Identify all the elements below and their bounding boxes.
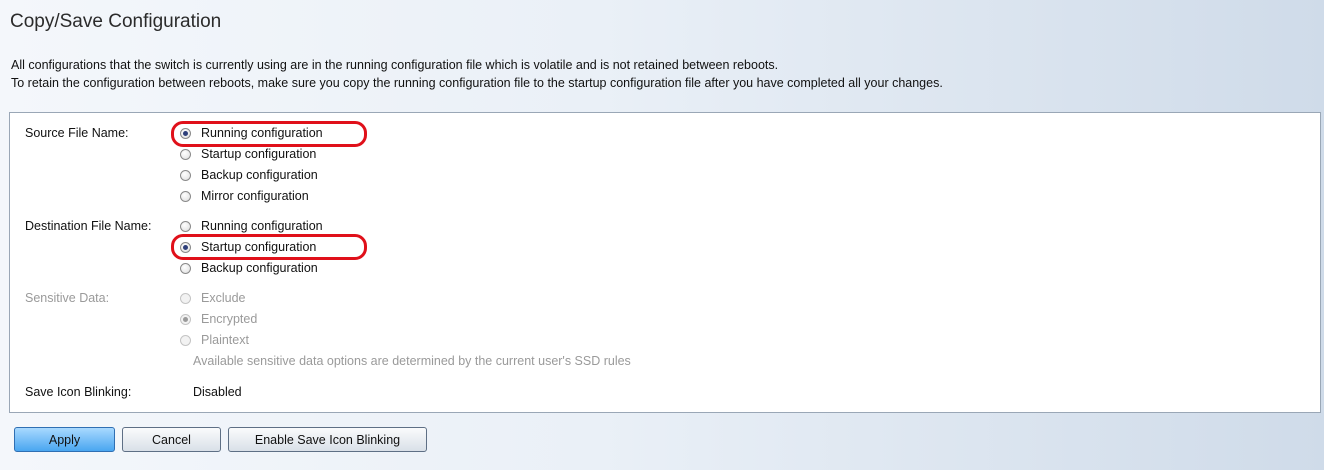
cancel-button[interactable]: Cancel — [122, 427, 221, 452]
intro-line-2: To retain the configuration between rebo… — [11, 76, 943, 90]
destination-option-running[interactable]: Running configuration — [180, 216, 323, 236]
enable-save-icon-blinking-button[interactable]: Enable Save Icon Blinking — [228, 427, 427, 452]
radio-source-startup[interactable] — [180, 148, 191, 160]
radio-destination-backup[interactable] — [180, 262, 191, 274]
source-option-startup[interactable]: Startup configuration — [180, 144, 316, 164]
sensitive-option-plaintext: Plaintext — [180, 330, 249, 350]
source-option-running-label: Running configuration — [201, 126, 323, 140]
save-icon-blinking-label: Save Icon Blinking: — [25, 385, 132, 399]
save-icon-blinking-value: Disabled — [193, 385, 242, 399]
intro-line-1: All configurations that the switch is cu… — [11, 58, 779, 72]
radio-sensitive-exclude — [180, 292, 191, 304]
radio-sensitive-encrypted — [180, 313, 191, 325]
destination-option-startup[interactable]: Startup configuration — [180, 237, 316, 257]
source-option-running[interactable]: Running configuration — [180, 123, 323, 143]
source-option-mirror[interactable]: Mirror configuration — [180, 186, 309, 206]
intro-text: All configurations that the switch is cu… — [11, 56, 943, 92]
settings-panel: Source File Name: Running configuration … — [9, 112, 1321, 413]
radio-source-backup[interactable] — [180, 169, 191, 181]
sensitive-data-note: Available sensitive data options are det… — [193, 354, 631, 368]
source-option-backup-label: Backup configuration — [201, 168, 318, 182]
sensitive-option-encrypted: Encrypted — [180, 309, 257, 329]
radio-destination-running[interactable] — [180, 220, 191, 232]
source-option-startup-label: Startup configuration — [201, 147, 317, 161]
source-option-mirror-label: Mirror configuration — [201, 189, 309, 203]
radio-sensitive-plaintext — [180, 334, 191, 346]
destination-option-running-label: Running configuration — [201, 219, 323, 233]
sensitive-option-exclude: Exclude — [180, 288, 245, 308]
sensitive-option-plaintext-label: Plaintext — [201, 333, 249, 347]
radio-destination-startup[interactable] — [180, 241, 191, 253]
sensitive-data-label: Sensitive Data: — [25, 291, 110, 305]
source-file-label: Source File Name: — [25, 126, 129, 140]
destination-file-label: Destination File Name: — [25, 219, 152, 233]
source-option-backup[interactable]: Backup configuration — [180, 165, 318, 185]
radio-source-running[interactable] — [180, 127, 191, 139]
destination-option-startup-label: Startup configuration — [201, 240, 317, 254]
destination-option-backup[interactable]: Backup configuration — [180, 258, 318, 278]
apply-button[interactable]: Apply — [14, 427, 115, 452]
destination-option-backup-label: Backup configuration — [201, 261, 318, 275]
sensitive-option-exclude-label: Exclude — [201, 291, 246, 305]
radio-source-mirror[interactable] — [180, 190, 191, 202]
sensitive-option-encrypted-label: Encrypted — [201, 312, 258, 326]
page-title: Copy/Save Configuration — [10, 11, 222, 32]
